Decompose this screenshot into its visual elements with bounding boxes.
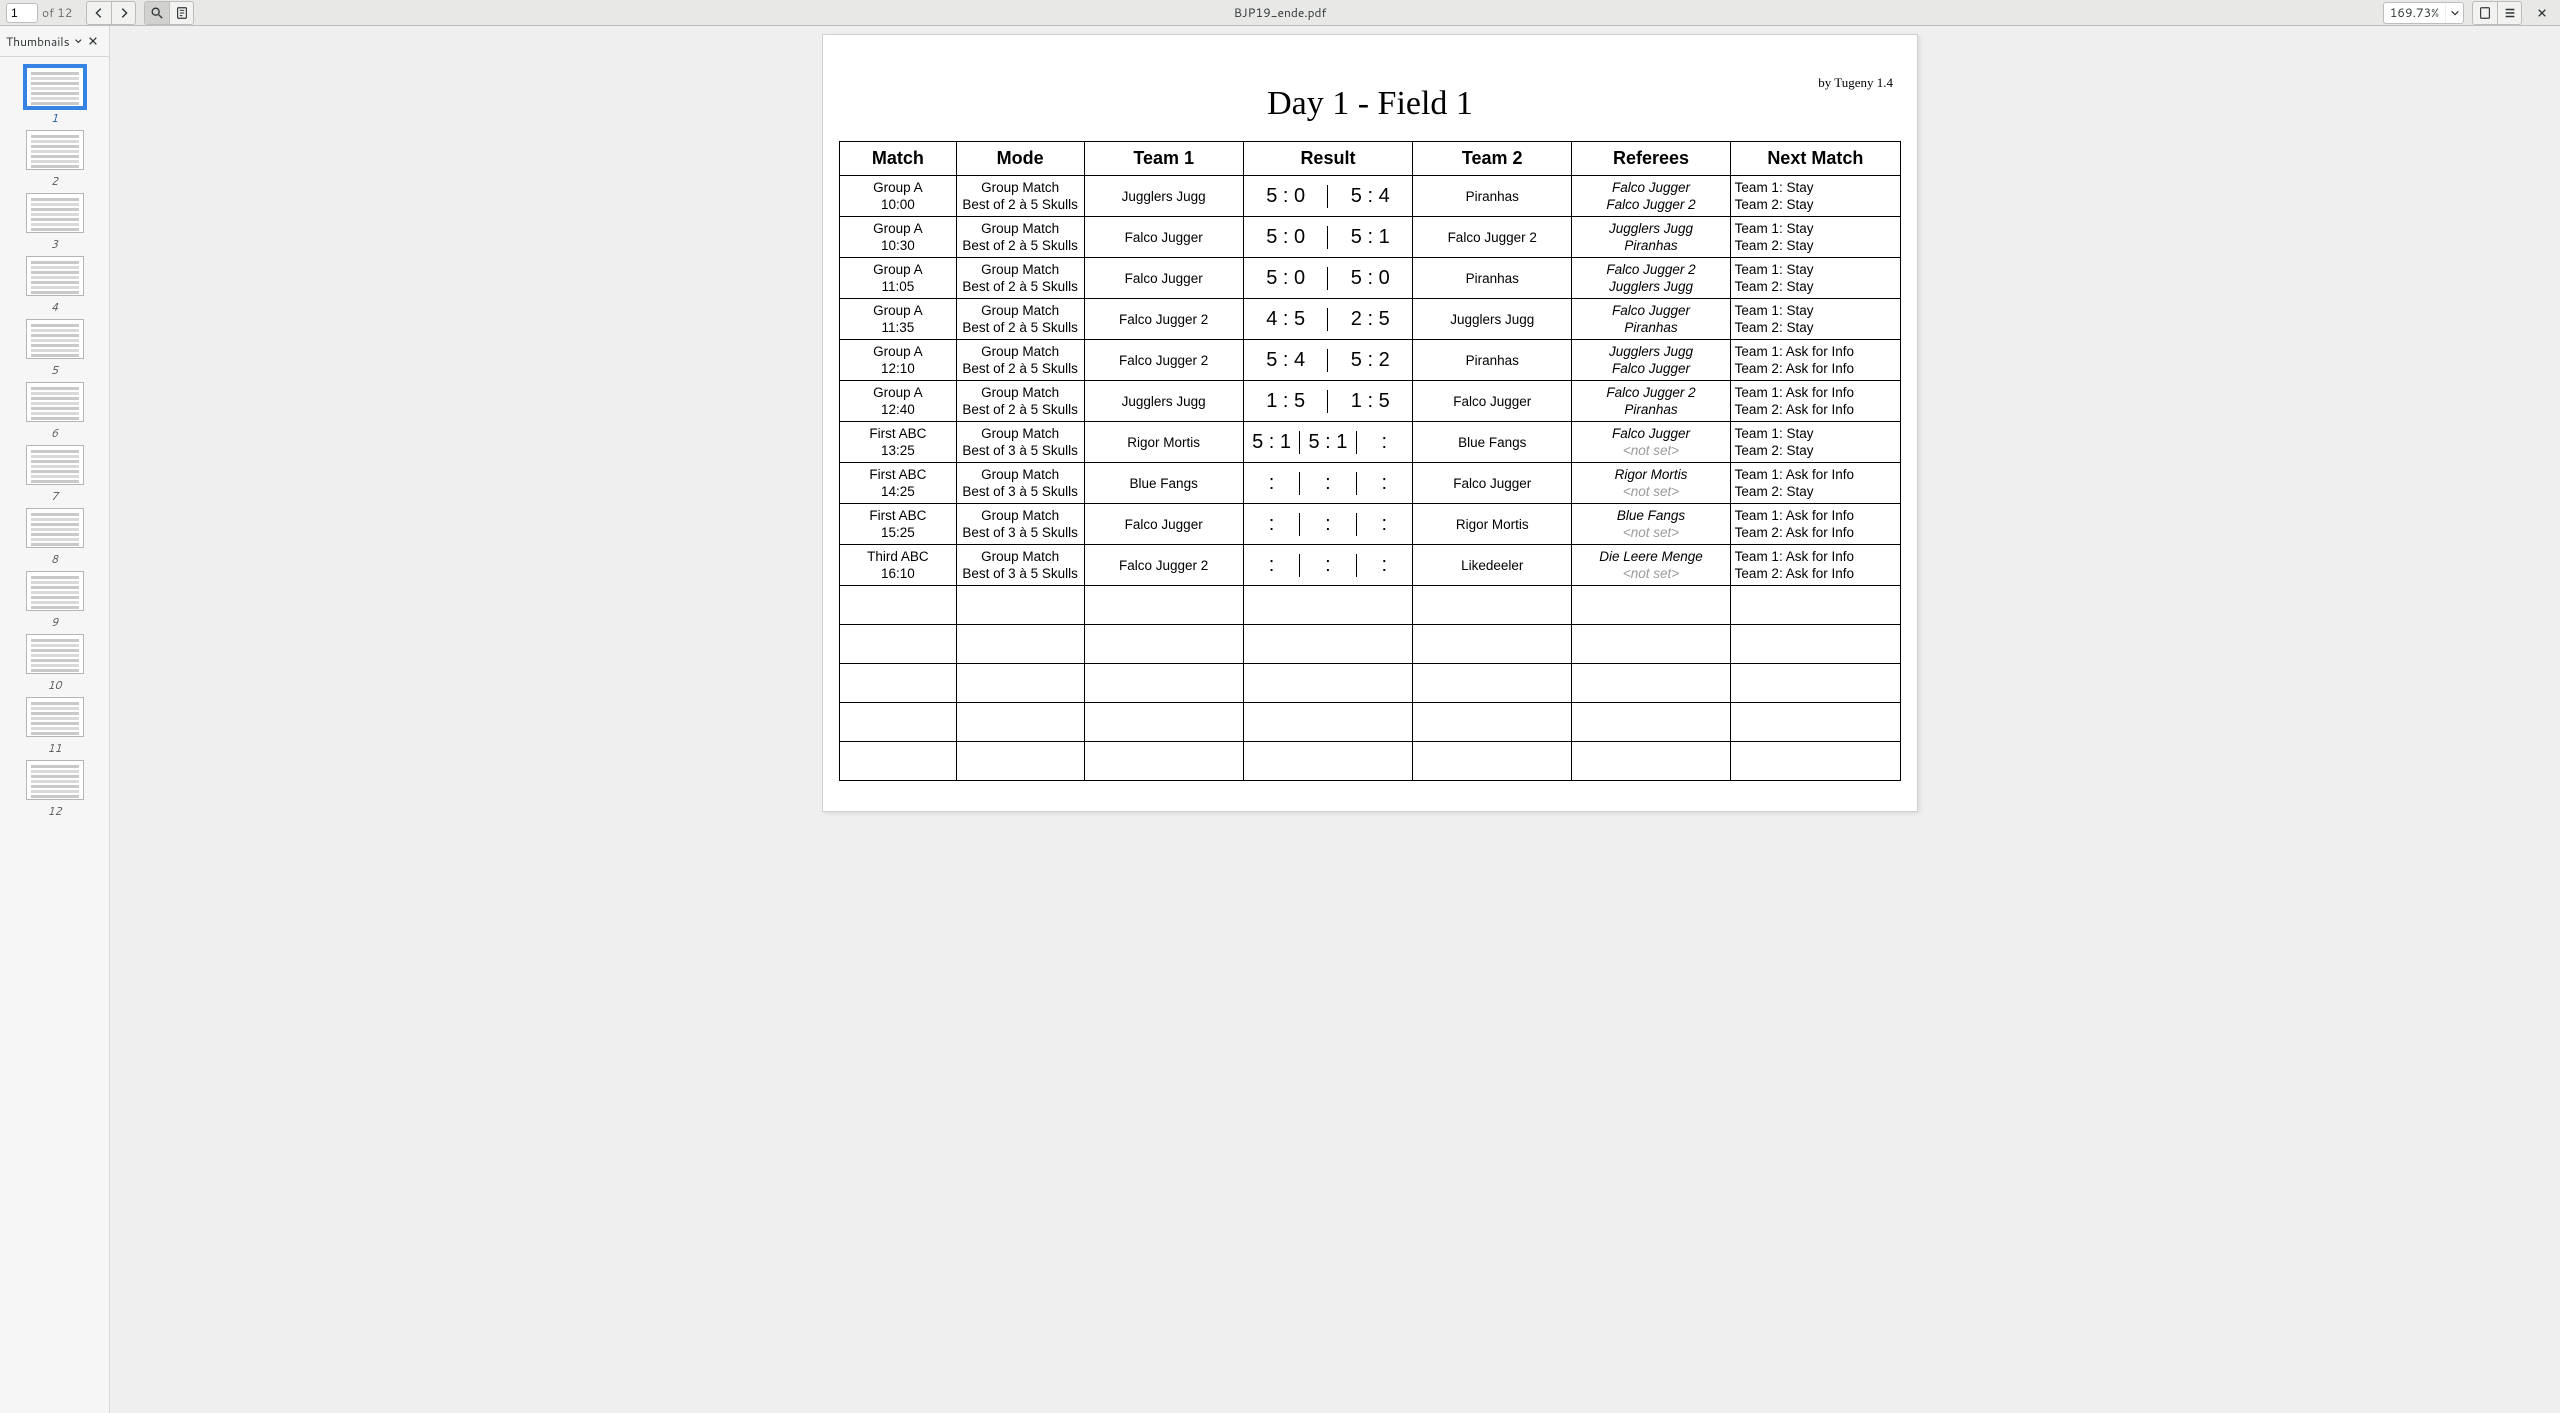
table-row-empty bbox=[840, 586, 1901, 625]
column-header: Result bbox=[1243, 142, 1412, 176]
page-title: Day 1 - Field 1 bbox=[839, 85, 1901, 123]
close-icon bbox=[2537, 8, 2547, 18]
table-row: Group A12:40Group MatchBest of 2 à 5 Sku… bbox=[840, 381, 1901, 422]
table-row: Third ABC16:10Group MatchBest of 3 à 5 S… bbox=[840, 545, 1901, 586]
column-header: Match bbox=[840, 142, 957, 176]
table-row: Group A10:30Group MatchBest of 2 à 5 Sku… bbox=[840, 217, 1901, 258]
document-viewport[interactable]: by Tugeny 1.4 Day 1 - Field 1 MatchModeT… bbox=[110, 26, 2560, 1413]
search-icon bbox=[150, 6, 164, 20]
next-page-button[interactable] bbox=[111, 2, 135, 24]
byline-label: by Tugeny 1.4 bbox=[1818, 75, 1893, 91]
thumbnail-number: 2 bbox=[51, 173, 58, 189]
thumbnail-page-4[interactable]: 4 bbox=[0, 256, 109, 315]
thumbnails-list[interactable]: 123456789101112 bbox=[0, 57, 109, 1413]
table-row: First ABC13:25Group MatchBest of 3 à 5 S… bbox=[840, 422, 1901, 463]
thumbnail-number: 10 bbox=[48, 677, 62, 693]
thumbnail-number: 6 bbox=[51, 425, 58, 441]
thumbnail-page-3[interactable]: 3 bbox=[0, 193, 109, 252]
thumbnail-number: 3 bbox=[51, 236, 58, 252]
thumbnail-number: 7 bbox=[51, 488, 58, 504]
table-row: First ABC14:25Group MatchBest of 3 à 5 S… bbox=[840, 463, 1901, 504]
table-row: Group A11:35Group MatchBest of 2 à 5 Sku… bbox=[840, 299, 1901, 340]
search-button[interactable] bbox=[145, 2, 169, 24]
page-mode-icon bbox=[2478, 6, 2492, 20]
chevron-left-icon bbox=[92, 6, 106, 20]
zoom-value-label: 169.73% bbox=[2384, 4, 2445, 21]
thumbnail-number: 11 bbox=[48, 740, 62, 756]
thumbnail-page-2[interactable]: 2 bbox=[0, 130, 109, 189]
column-header: Mode bbox=[956, 142, 1084, 176]
view-mode-button[interactable] bbox=[2473, 2, 2497, 24]
table-row-empty bbox=[840, 742, 1901, 781]
thumbnails-title: Thumbnails bbox=[6, 33, 70, 50]
filename-label: BJP19_ende.pdf bbox=[0, 4, 2560, 21]
view-group bbox=[2472, 1, 2522, 25]
thumbnail-number: 9 bbox=[51, 614, 58, 630]
table-row: Group A10:00Group MatchBest of 2 à 5 Sku… bbox=[840, 176, 1901, 217]
thumbnail-number: 12 bbox=[48, 803, 62, 819]
thumbnail-page-11[interactable]: 11 bbox=[0, 697, 109, 756]
pdf-page: by Tugeny 1.4 Day 1 - Field 1 MatchModeT… bbox=[822, 34, 1918, 812]
annotate-button[interactable] bbox=[169, 2, 193, 24]
hamburger-icon bbox=[2503, 6, 2517, 20]
table-row: Group A12:10Group MatchBest of 2 à 5 Sku… bbox=[840, 340, 1901, 381]
column-header: Team 2 bbox=[1413, 142, 1572, 176]
thumbnail-number: 1 bbox=[51, 110, 58, 126]
table-row: Group A11:05Group MatchBest of 2 à 5 Sku… bbox=[840, 258, 1901, 299]
column-header: Referees bbox=[1572, 142, 1730, 176]
close-button[interactable] bbox=[2530, 2, 2554, 24]
chevron-down-icon bbox=[2445, 3, 2463, 23]
thumbnail-page-10[interactable]: 10 bbox=[0, 634, 109, 693]
toolbar: of 12 BJP19_ende.pdf 169.73% bbox=[0, 0, 2560, 26]
table-row-empty bbox=[840, 625, 1901, 664]
close-thumbnails-button[interactable] bbox=[82, 30, 103, 52]
zoom-dropdown[interactable]: 169.73% bbox=[2383, 2, 2464, 24]
thumbnail-number: 4 bbox=[51, 299, 58, 315]
thumbnails-header: Thumbnails bbox=[0, 26, 109, 57]
table-row-empty bbox=[840, 703, 1901, 742]
column-header: Team 1 bbox=[1084, 142, 1243, 176]
annotation-icon bbox=[175, 6, 189, 20]
thumbnail-number: 5 bbox=[51, 362, 58, 378]
table-row: First ABC15:25Group MatchBest of 3 à 5 S… bbox=[840, 504, 1901, 545]
thumbnail-page-1[interactable]: 1 bbox=[0, 67, 109, 126]
table-header-row: MatchModeTeam 1ResultTeam 2RefereesNext … bbox=[840, 142, 1901, 176]
thumbnail-page-8[interactable]: 8 bbox=[0, 508, 109, 567]
chevron-down-icon bbox=[74, 36, 83, 46]
thumbnail-page-7[interactable]: 7 bbox=[0, 445, 109, 504]
page-number-input[interactable] bbox=[6, 3, 38, 23]
tools-group bbox=[144, 1, 194, 25]
thumbnail-number: 8 bbox=[51, 551, 58, 567]
thumbnail-page-12[interactable]: 12 bbox=[0, 760, 109, 819]
thumbnail-page-5[interactable]: 5 bbox=[0, 319, 109, 378]
page-nav-group bbox=[86, 1, 136, 25]
thumbnail-page-6[interactable]: 6 bbox=[0, 382, 109, 441]
close-icon bbox=[88, 36, 98, 46]
column-header: Next Match bbox=[1730, 142, 1900, 176]
table-row-empty bbox=[840, 664, 1901, 703]
thumbnail-page-9[interactable]: 9 bbox=[0, 571, 109, 630]
thumbnails-panel: Thumbnails 123456789101112 bbox=[0, 26, 110, 1413]
page-total-label: of 12 bbox=[42, 4, 82, 21]
prev-page-button[interactable] bbox=[87, 2, 111, 24]
menu-button[interactable] bbox=[2497, 2, 2521, 24]
schedule-table: MatchModeTeam 1ResultTeam 2RefereesNext … bbox=[839, 141, 1901, 781]
chevron-right-icon bbox=[117, 6, 131, 20]
